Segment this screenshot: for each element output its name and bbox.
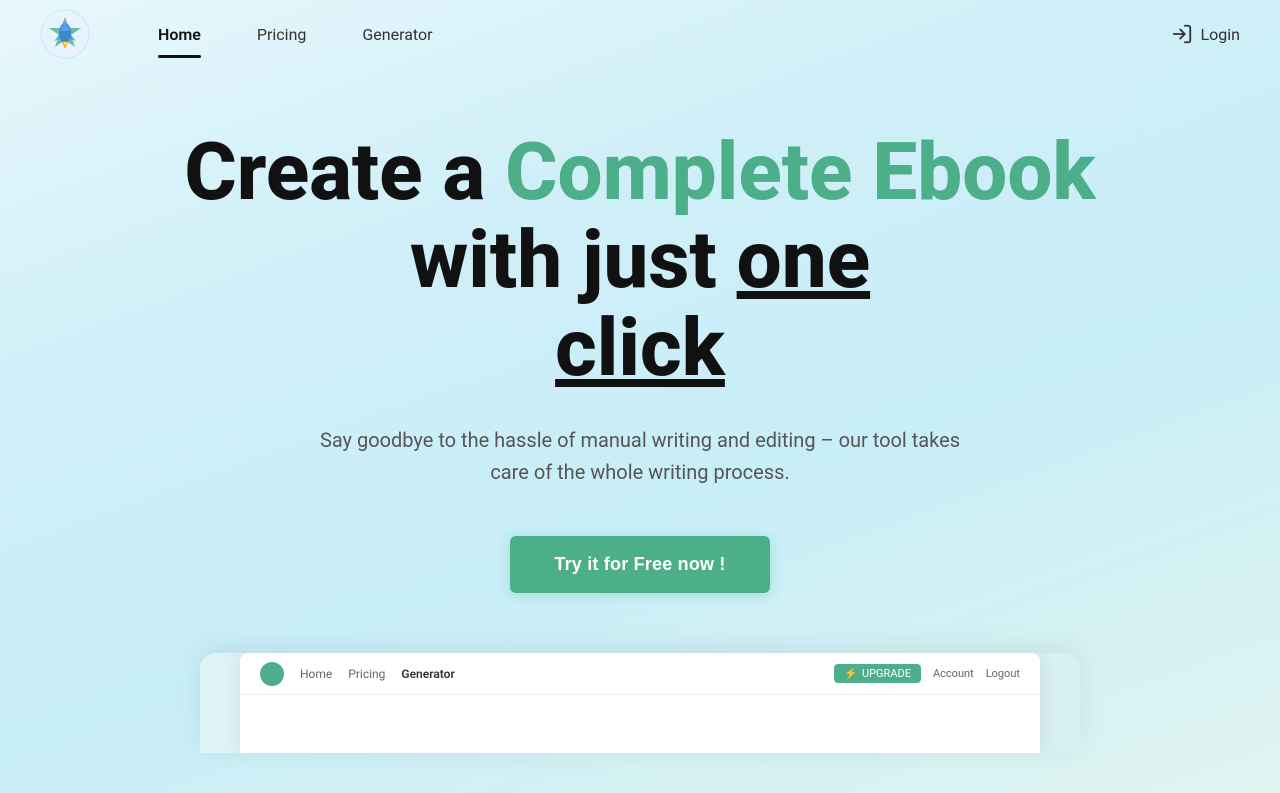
nav-home[interactable]: Home — [130, 3, 229, 66]
logo[interactable] — [40, 9, 90, 59]
upgrade-badge: ⚡ UPGRADE — [834, 664, 921, 683]
preview-logo-icon — [260, 662, 284, 686]
preview-nav-home: Home — [300, 667, 332, 681]
hero-subtitle: Say goodbye to the hassle of manual writ… — [300, 424, 980, 488]
navbar: Home Pricing Generator Login — [0, 0, 1280, 68]
logo-icon — [40, 9, 90, 59]
app-preview: Home Pricing Generator ⚡ UPGRADE Account… — [120, 653, 1160, 753]
upgrade-icon: ⚡ — [844, 667, 858, 680]
preview-account: Account — [933, 667, 974, 680]
preview-logout: Logout — [986, 667, 1020, 680]
nav-links: Home Pricing Generator — [130, 3, 1171, 66]
login-button[interactable]: Login — [1171, 23, 1240, 45]
upgrade-label: UPGRADE — [862, 667, 911, 680]
hero-section: Create a Complete Ebook with just onecli… — [0, 68, 1280, 793]
cta-button[interactable]: Try it for Free now ! — [510, 536, 769, 593]
preview-nav-generator: Generator — [401, 667, 454, 681]
hero-title-part1: Create a — [184, 125, 505, 219]
nav-pricing[interactable]: Pricing — [229, 3, 335, 66]
preview-nav-pricing: Pricing — [348, 667, 385, 681]
hero-title: Create a Complete Ebook with just onecli… — [160, 128, 1120, 392]
preview-navbar: Home Pricing Generator ⚡ UPGRADE Account… — [240, 653, 1040, 695]
preview-right-actions: ⚡ UPGRADE Account Logout — [834, 664, 1020, 683]
hero-title-part2: with just — [410, 213, 737, 307]
login-icon — [1171, 23, 1193, 45]
nav-generator[interactable]: Generator — [334, 3, 460, 66]
login-label: Login — [1201, 25, 1240, 44]
hero-title-highlight: Complete Ebook — [505, 125, 1096, 219]
preview-inner: Home Pricing Generator ⚡ UPGRADE Account… — [240, 653, 1040, 753]
preview-card: Home Pricing Generator ⚡ UPGRADE Account… — [200, 653, 1080, 753]
